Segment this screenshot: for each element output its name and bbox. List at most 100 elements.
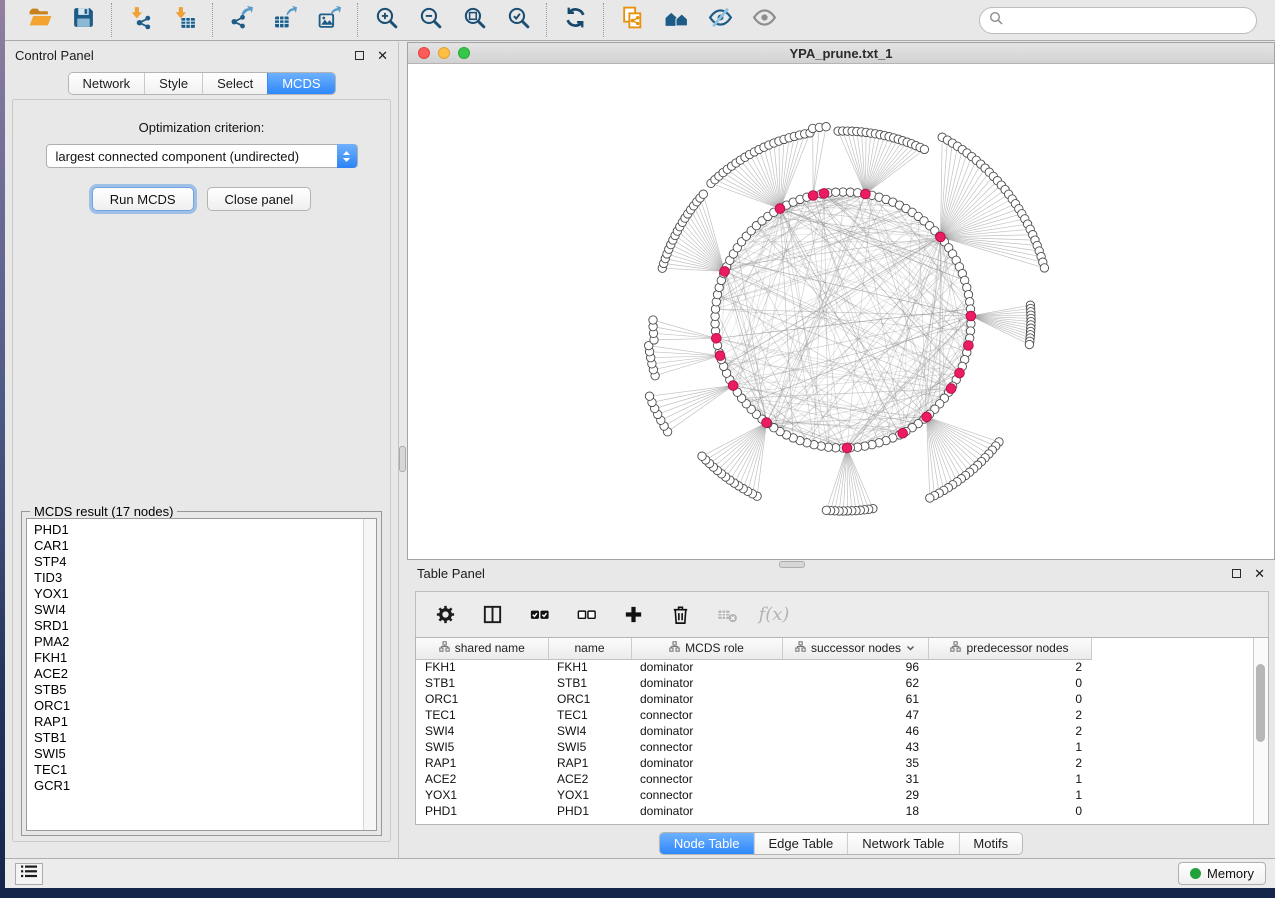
graph-node-mcds[interactable] [720, 267, 730, 277]
table-row[interactable]: ORC1ORC1dominator610 [416, 691, 1091, 707]
column-header-predecessor-nodes[interactable]: predecessor nodes [928, 638, 1091, 659]
tab-mcds[interactable]: MCDS [267, 73, 334, 94]
close-panel-icon[interactable]: ✕ [377, 49, 388, 62]
mcds-result-item[interactable]: PMA2 [34, 634, 356, 650]
network-graph[interactable] [408, 64, 1274, 557]
split-columns-icon[interactable] [479, 602, 505, 628]
graph-node-mcds[interactable] [898, 428, 908, 438]
network-canvas[interactable] [407, 64, 1275, 560]
import-table-button[interactable] [170, 6, 198, 34]
float-panel-icon[interactable] [355, 51, 364, 60]
graph-node-mcds[interactable] [861, 189, 871, 199]
close-panel-button[interactable]: Close panel [207, 187, 312, 211]
column-header-mcds-role[interactable]: MCDS role [631, 638, 782, 659]
column-header-successor-nodes[interactable]: successor nodes [782, 638, 928, 659]
function-builder-icon[interactable]: f(x) [761, 602, 787, 628]
table-row[interactable]: RAP1RAP1dominator352 [416, 755, 1091, 771]
mcds-result-item[interactable]: STB5 [34, 682, 356, 698]
mcds-list-scrollbar[interactable] [363, 519, 376, 830]
vertical-splitter-grip[interactable] [399, 446, 406, 472]
table-scrollbar-thumb[interactable] [1256, 664, 1265, 742]
graph-node[interactable] [649, 316, 657, 324]
export-image-button[interactable] [315, 6, 343, 34]
table-row[interactable]: SWI4SWI4dominator462 [416, 723, 1091, 739]
graph-node[interactable] [832, 188, 840, 196]
graph-node-mcds[interactable] [946, 384, 956, 394]
add-column-icon[interactable] [620, 602, 646, 628]
unselect-all-icon[interactable] [573, 602, 599, 628]
mcds-result-item[interactable]: YOX1 [34, 586, 356, 602]
criterion-select[interactable]: largest connected component (undirected) [46, 144, 358, 168]
table-float-panel-icon[interactable] [1232, 569, 1241, 578]
table-tab-motifs[interactable]: Motifs [958, 833, 1022, 854]
graph-node[interactable] [822, 506, 830, 514]
memory-button[interactable]: Memory [1178, 862, 1266, 885]
mcds-result-item[interactable]: SRD1 [34, 618, 356, 634]
graph-node-mcds[interactable] [842, 443, 852, 453]
graph-node[interactable] [645, 392, 653, 400]
save-session-button[interactable] [69, 6, 97, 34]
gear-icon[interactable] [432, 602, 458, 628]
session-home-button[interactable] [662, 6, 690, 34]
select-all-icon[interactable] [526, 602, 552, 628]
refresh-button[interactable] [561, 6, 589, 34]
graph-node-mcds[interactable] [922, 412, 932, 422]
table-row[interactable]: YOX1YOX1connector291 [416, 787, 1091, 803]
delete-table-icon[interactable] [714, 602, 740, 628]
graph-node-mcds[interactable] [936, 232, 946, 242]
table-tab-edge-table[interactable]: Edge Table [753, 833, 847, 854]
tab-select[interactable]: Select [202, 73, 267, 94]
graph-node-mcds[interactable] [966, 311, 976, 321]
column-header-name[interactable]: name [548, 638, 631, 659]
table-close-panel-icon[interactable]: ✕ [1254, 567, 1265, 580]
run-mcds-button[interactable]: Run MCDS [92, 187, 194, 211]
graph-node-mcds[interactable] [712, 334, 722, 344]
mcds-result-item[interactable]: CAR1 [34, 538, 356, 554]
mcds-result-item[interactable]: SWI4 [34, 602, 356, 618]
graph-node-mcds[interactable] [964, 341, 974, 351]
graph-node-mcds[interactable] [715, 351, 725, 361]
open-file-button[interactable] [25, 6, 53, 34]
table-row[interactable]: ACE2ACE2connector311 [416, 771, 1091, 787]
graph-node[interactable] [698, 452, 706, 460]
mcds-result-item[interactable]: RAP1 [34, 714, 356, 730]
graph-node-mcds[interactable] [728, 381, 738, 391]
tab-network[interactable]: Network [68, 73, 144, 94]
mcds-result-item[interactable]: TID3 [34, 570, 356, 586]
zoom-in-button[interactable] [372, 6, 400, 34]
vertical-splitter[interactable] [399, 42, 407, 858]
mcds-result-item[interactable]: GCR1 [34, 778, 356, 794]
table-row[interactable]: TEC1TEC1connector472 [416, 707, 1091, 723]
mcds-result-item[interactable]: ACE2 [34, 666, 356, 682]
mcds-result-item[interactable]: STB1 [34, 730, 356, 746]
horizontal-splitter-grip[interactable] [779, 561, 805, 568]
table-tab-network-table[interactable]: Network Table [847, 833, 958, 854]
task-history-button[interactable] [15, 863, 43, 885]
graph-node-mcds[interactable] [819, 189, 829, 199]
graph-node[interactable] [699, 190, 707, 198]
table-row[interactable]: STB1STB1dominator620 [416, 675, 1091, 691]
duplicate-network-button[interactable] [618, 6, 646, 34]
table-row[interactable]: PHD1PHD1dominator180 [416, 803, 1091, 819]
graph-node[interactable] [1025, 340, 1033, 348]
tab-style[interactable]: Style [144, 73, 202, 94]
zoom-selected-button[interactable] [504, 6, 532, 34]
mcds-result-item[interactable]: ORC1 [34, 698, 356, 714]
graph-node-mcds[interactable] [808, 191, 818, 201]
column-header-shared-name[interactable]: shared name [416, 638, 548, 659]
import-network-button[interactable] [126, 6, 154, 34]
network-window-titlebar[interactable]: YPA_prune.txt_1 [407, 42, 1275, 64]
graph-node-mcds[interactable] [762, 418, 772, 428]
mcds-result-item[interactable]: FKH1 [34, 650, 356, 666]
table-tab-node-table[interactable]: Node Table [660, 833, 754, 854]
hide-panels-button[interactable] [706, 6, 734, 34]
mcds-result-item[interactable]: TEC1 [34, 762, 356, 778]
graph-node[interactable] [920, 145, 928, 153]
graph-node[interactable] [1040, 264, 1048, 272]
mcds-result-item[interactable]: PHD1 [34, 522, 356, 538]
show-panels-button[interactable] [750, 6, 778, 34]
export-network-button[interactable] [227, 6, 255, 34]
graph-node[interactable] [926, 494, 934, 502]
graph-node[interactable] [822, 123, 830, 131]
mcds-result-item[interactable]: STP4 [34, 554, 356, 570]
